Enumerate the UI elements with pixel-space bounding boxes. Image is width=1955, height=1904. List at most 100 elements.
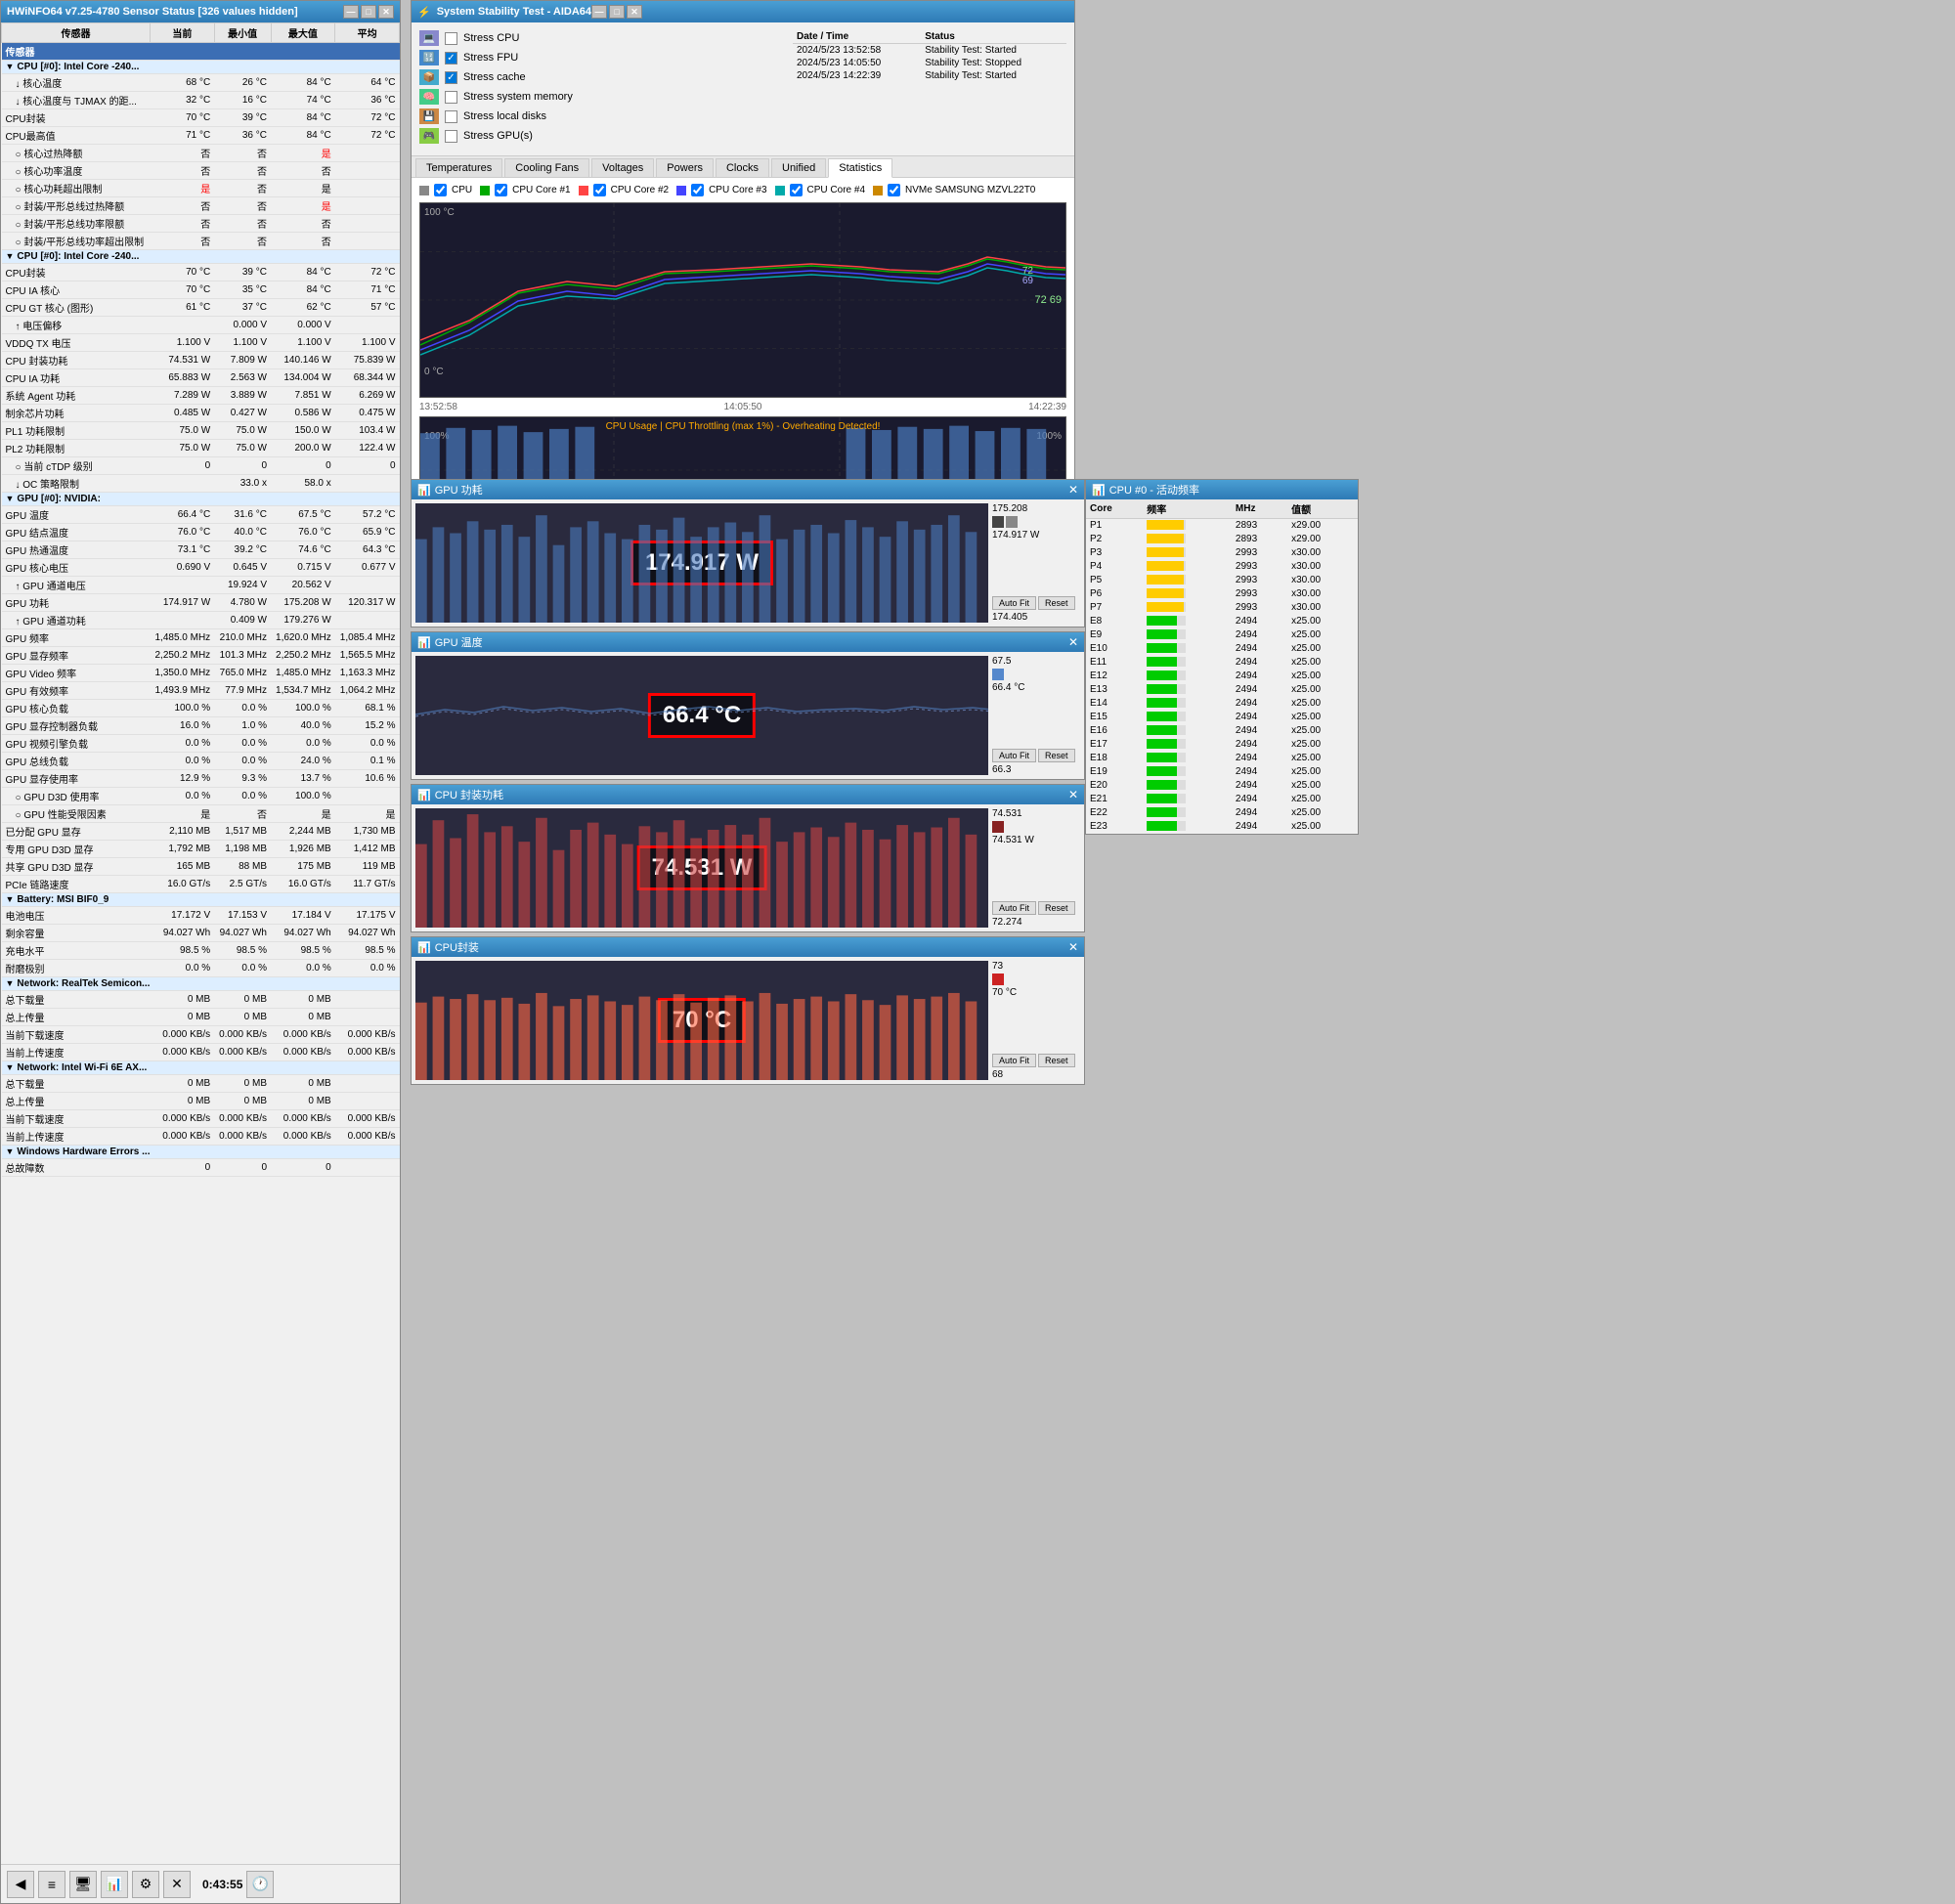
cpu-pkg-temp-titlebar: 📊 CPU封装 ✕ xyxy=(412,937,1084,957)
stress-cpu-checkbox[interactable] xyxy=(445,32,457,45)
time-label-3: 14:22:39 xyxy=(1028,402,1066,412)
cpu-core-row: E92494x25.00 xyxy=(1086,628,1358,642)
gpu-power-reset-btn[interactable]: Reset xyxy=(1038,596,1075,610)
cpu-pkg-power-autofit-btn[interactable]: Auto Fit xyxy=(992,901,1036,915)
log-status-header: Status xyxy=(921,30,1066,44)
stress-log-table: Date / Time Status 2024/5/23 13:52:58Sta… xyxy=(793,30,1066,82)
table-row: ○ 核心功耗超出限制是否是 xyxy=(2,180,400,197)
gpu-power-current-label: 174.917 W xyxy=(992,530,1080,541)
taskbar-btn-2[interactable]: ≡ xyxy=(38,1871,65,1898)
table-row: 系统 Agent 功耗7.289 W3.889 W7.851 W6.269 W xyxy=(2,387,400,405)
sensor-subsection[interactable]: ▼GPU [#0]: NVIDIA: xyxy=(2,493,400,506)
cpu-pkg-temp-close[interactable]: ✕ xyxy=(1068,940,1078,954)
table-row: 已分配 GPU 显存2,110 MB1,517 MB2,244 MB1,730 … xyxy=(2,823,400,841)
cpu-pkg-power-chart: 74.531 W xyxy=(415,808,988,928)
sensor-subsection[interactable]: ▼Network: RealTek Semicon... xyxy=(2,977,400,991)
sensor-subsection[interactable]: ▼CPU [#0]: Intel Core -240... xyxy=(2,61,400,74)
gpu-temp-reset-btn[interactable]: Reset xyxy=(1038,749,1075,762)
legend-core2: CPU Core #2 xyxy=(579,184,669,196)
table-row: GPU 功耗174.917 W4.780 W175.208 W120.317 W xyxy=(2,594,400,612)
table-row: 当前下载速度0.000 KB/s0.000 KB/s0.000 KB/s0.00… xyxy=(2,1026,400,1044)
legend-core4-checkbox[interactable] xyxy=(790,184,803,196)
table-row: CPU IA 功耗65.883 W2.563 W134.004 W68.344 … xyxy=(2,369,400,387)
table-row: 剩余容量94.027 Wh94.027 Wh94.027 Wh94.027 Wh xyxy=(2,925,400,942)
table-row: ○ GPU D3D 使用率0.0 %0.0 %100.0 % xyxy=(2,788,400,805)
cpu-pkg-temp-reset-btn[interactable]: Reset xyxy=(1038,1054,1075,1067)
taskbar-clock-btn[interactable]: 🕐 xyxy=(246,1871,274,1898)
table-row: 耐磨极别0.0 %0.0 %0.0 %0.0 % xyxy=(2,960,400,977)
taskbar-btn-3[interactable]: 🖥 xyxy=(69,1871,97,1898)
sensor-subsection[interactable]: ▼Network: Intel Wi-Fi 6E AX... xyxy=(2,1061,400,1075)
col-max: 最大值 xyxy=(271,23,335,43)
table-row: GPU Video 频率1,350.0 MHz765.0 MHz1,485.0 … xyxy=(2,665,400,682)
tab-powers[interactable]: Powers xyxy=(656,158,714,177)
gpu-power-autofit-btn[interactable]: Auto Fit xyxy=(992,596,1036,610)
stress-fpu-checkbox[interactable]: ✓ xyxy=(445,52,457,65)
cpu-col-freq: 频率 xyxy=(1143,499,1232,519)
cpu-col-val: 值额 xyxy=(1287,499,1358,519)
legend-core3-checkbox[interactable] xyxy=(691,184,704,196)
gpu-power-close[interactable]: ✕ xyxy=(1068,483,1078,497)
stress-cache-checkbox[interactable]: ✓ xyxy=(445,71,457,84)
tab-voltages[interactable]: Voltages xyxy=(591,158,654,177)
gpu-temp-low-label: 66.3 xyxy=(992,764,1080,775)
chart-legend: CPU CPU Core #1 CPU Core #2 CPU Core #3 xyxy=(415,182,1070,198)
gpu-temp-close[interactable]: ✕ xyxy=(1068,635,1078,649)
cpu-pkg-temp-max-label: 73 xyxy=(992,961,1080,972)
tab-statistics[interactable]: Statistics xyxy=(828,158,892,178)
cpu-core-row: E192494x25.00 xyxy=(1086,765,1358,779)
table-row: 当前上传速度0.000 KB/s0.000 KB/s0.000 KB/s0.00… xyxy=(2,1044,400,1061)
legend-cpu-checkbox[interactable] xyxy=(434,184,447,196)
gpu-stress-icon: 🎮 xyxy=(419,128,439,144)
table-row: ○ 当前 cTDP 级别0000 xyxy=(2,457,400,475)
cpu-core-row: P22893x29.00 xyxy=(1086,533,1358,546)
tab-clocks[interactable]: Clocks xyxy=(716,158,769,177)
aida-win-controls: — □ ✕ xyxy=(591,5,642,19)
cpu-pkg-temp-legend-color xyxy=(992,974,1004,985)
col-current: 当前 xyxy=(150,23,214,43)
table-row: ○ 封装/平形总线功率限额否否否 xyxy=(2,215,400,233)
cpu-pkg-temp-autofit-btn[interactable]: Auto Fit xyxy=(992,1054,1036,1067)
taskbar-btn-6[interactable]: ✕ xyxy=(163,1871,191,1898)
table-row: ↓ OC 策略限制33.0 x58.0 x xyxy=(2,475,400,493)
hwinfo-minimize-btn[interactable]: — xyxy=(343,5,359,19)
stress-disk-checkbox[interactable] xyxy=(445,110,457,123)
hwinfo-close-btn[interactable]: ✕ xyxy=(378,5,394,19)
taskbar-btn-4[interactable]: 📊 xyxy=(101,1871,128,1898)
stress-gpu-checkbox[interactable] xyxy=(445,130,457,143)
gpu-temp-titlebar: 📊 GPU 温度 ✕ xyxy=(412,632,1084,652)
cpu-pkg-temp-legend xyxy=(992,974,1080,985)
tab-cooling-fans[interactable]: Cooling Fans xyxy=(504,158,589,177)
table-row: 总下载量0 MB0 MB0 MB xyxy=(2,1075,400,1093)
cpu-core-row: P52993x30.00 xyxy=(1086,574,1358,587)
aida-maximize-btn[interactable]: □ xyxy=(609,5,625,19)
sensor-subsection[interactable]: ▼Windows Hardware Errors ... xyxy=(2,1146,400,1159)
legend-cpu-label: CPU xyxy=(452,185,472,195)
tab-temperatures[interactable]: Temperatures xyxy=(415,158,502,177)
table-row: PCIe 链路速度16.0 GT/s2.5 GT/s16.0 GT/s11.7 … xyxy=(2,876,400,893)
sensor-subsection[interactable]: ▼CPU [#0]: Intel Core -240... xyxy=(2,250,400,264)
cpu-pkg-power-reset-btn[interactable]: Reset xyxy=(1038,901,1075,915)
gpu-temp-autofit-btn[interactable]: Auto Fit xyxy=(992,749,1036,762)
taskbar-btn-5[interactable]: ⚙ xyxy=(132,1871,159,1898)
aida-minimize-btn[interactable]: — xyxy=(591,5,607,19)
stress-mem-checkbox[interactable] xyxy=(445,91,457,104)
cpu-core-row: E202494x25.00 xyxy=(1086,779,1358,793)
cpu-pkg-power-close[interactable]: ✕ xyxy=(1068,788,1078,801)
gpu-temp-graph-window: 📊 GPU 温度 ✕ 66.4 °C 67.5 66.4 °C Auto Fit xyxy=(411,631,1085,780)
gpu-temp-controls: Auto Fit Reset xyxy=(992,749,1080,762)
hwinfo-maximize-btn[interactable]: □ xyxy=(361,5,376,19)
cpu-core-row: P32993x30.00 xyxy=(1086,546,1358,560)
legend-nvme-checkbox[interactable] xyxy=(888,184,900,196)
legend-core1-checkbox[interactable] xyxy=(495,184,507,196)
sensor-subsection[interactable]: ▼Battery: MSI BIF0_9 xyxy=(2,893,400,907)
cpu-pkg-power-titlebar: 📊 CPU 封装功耗 ✕ xyxy=(412,785,1084,804)
cpu-pkg-power-current-label: 74.531 W xyxy=(992,835,1080,845)
tab-unified[interactable]: Unified xyxy=(771,158,826,177)
legend-nvme-dot xyxy=(873,186,883,195)
stress-fpu-label: Stress FPU xyxy=(463,52,518,64)
taskbar-btn-1[interactable]: ◀ xyxy=(7,1871,34,1898)
aida-close-btn[interactable]: ✕ xyxy=(627,5,642,19)
legend-core2-checkbox[interactable] xyxy=(593,184,606,196)
table-row: ○ 核心过热降额否否是 xyxy=(2,145,400,162)
